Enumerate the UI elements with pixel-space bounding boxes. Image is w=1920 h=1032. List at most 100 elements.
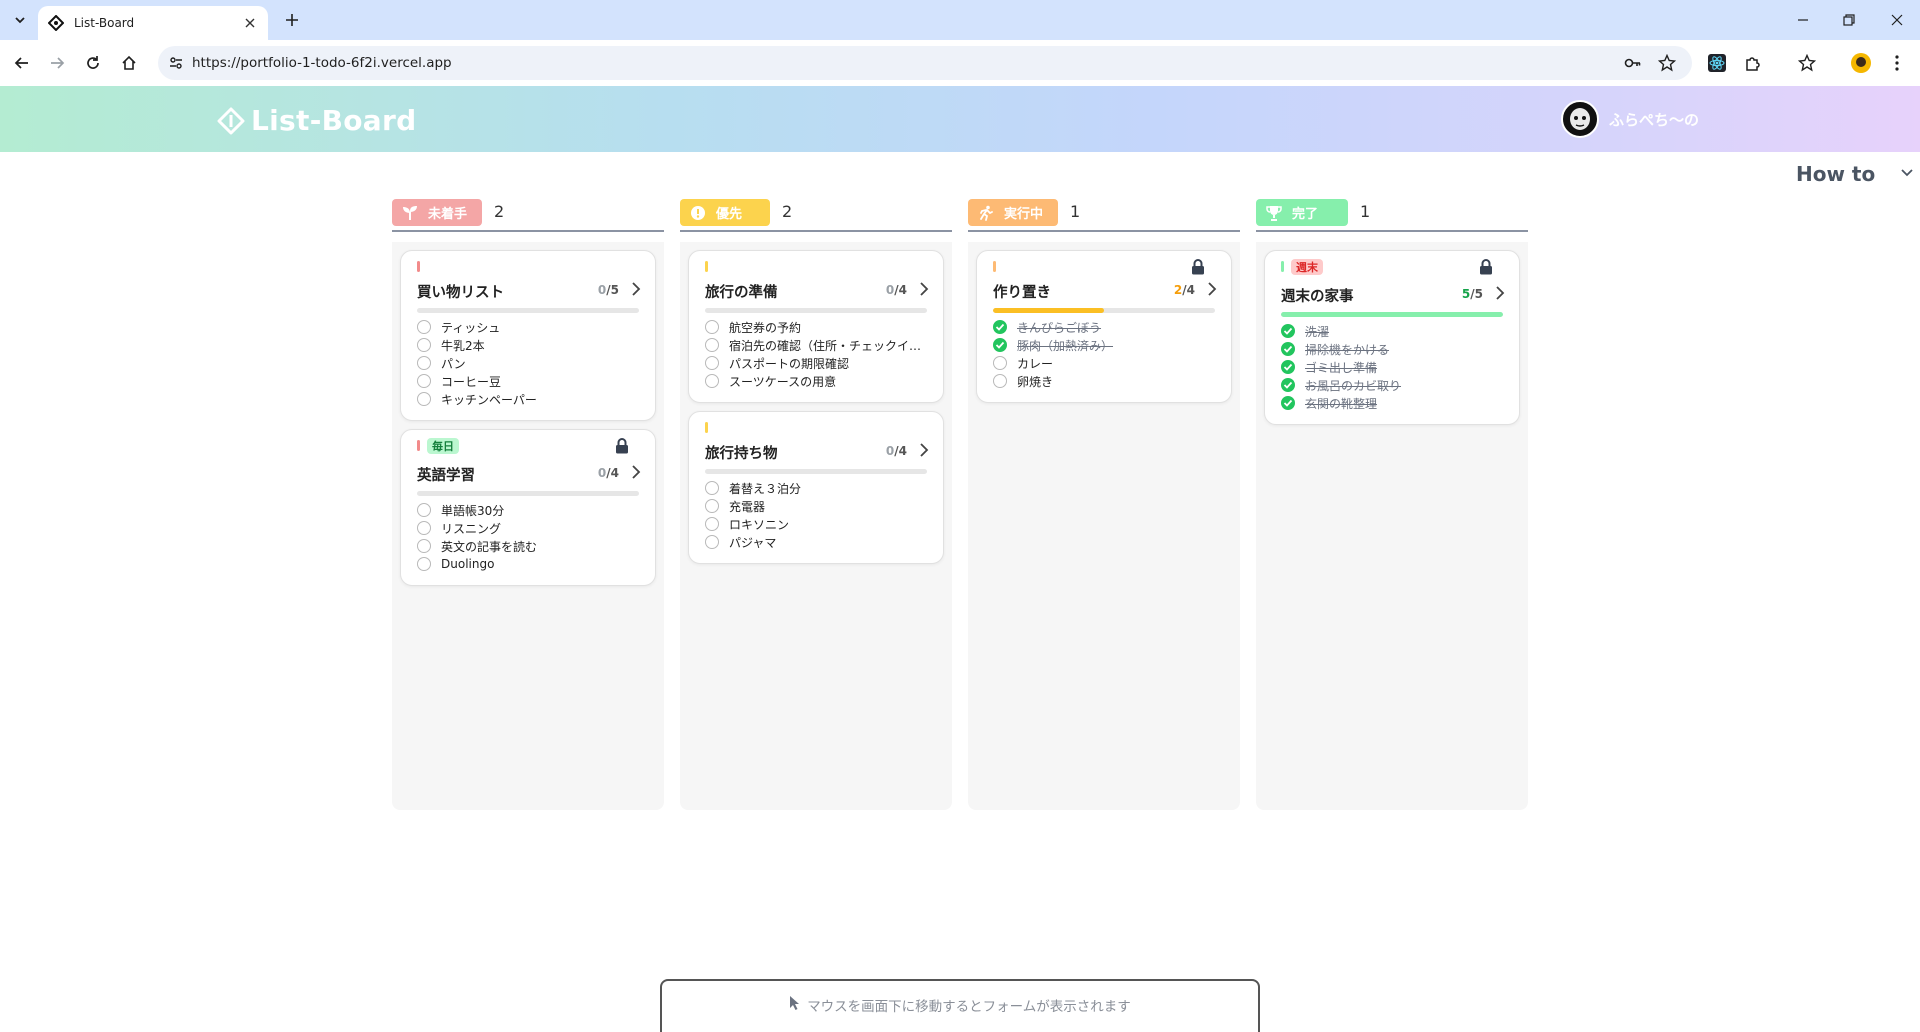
checklist-item-text: 玄関の靴整理 (1305, 396, 1378, 411)
unchecked-circle-icon[interactable] (705, 356, 719, 370)
browser-tabstrip: List-Board (0, 0, 1920, 40)
unchecked-circle-icon[interactable] (417, 338, 431, 352)
unchecked-circle-icon[interactable] (417, 557, 431, 571)
checklist-item-text: 牛乳2本 (441, 338, 485, 353)
task-card[interactable]: 作り置き 2/4 きんぴらごぼう 豚肉（加熱済み） カレー 卵焼き (976, 250, 1232, 403)
unchecked-circle-icon[interactable] (705, 517, 719, 531)
card-title[interactable]: 旅行持ち物 (705, 442, 778, 463)
unchecked-circle-icon[interactable] (705, 320, 719, 334)
card-repeat-tag: 毎日 (427, 438, 459, 454)
unchecked-circle-icon[interactable] (705, 374, 719, 388)
form-reveal-hint[interactable]: マウスを画面下に移動するとフォームが表示されます (660, 979, 1260, 1032)
chevron-right-icon[interactable] (631, 281, 641, 301)
unchecked-circle-icon[interactable] (417, 392, 431, 406)
forward-icon[interactable] (44, 50, 70, 76)
checked-circle-icon[interactable] (1281, 378, 1295, 392)
tab-close-icon[interactable] (242, 15, 258, 31)
bookmarks-icon[interactable] (1796, 52, 1818, 74)
card-title[interactable]: 英語学習 (417, 464, 475, 485)
chevron-right-icon[interactable] (631, 464, 641, 484)
unchecked-circle-icon[interactable] (417, 521, 431, 535)
card-title[interactable]: 買い物リスト (417, 281, 504, 302)
task-card[interactable]: 旅行持ち物 0/4 着替え３泊分 充電器 ロキソニン パジャマ (688, 411, 944, 564)
reload-icon[interactable] (80, 50, 106, 76)
profile-avatar-icon[interactable] (1850, 52, 1872, 74)
url-text[interactable]: https://portfolio-1-todo-6f2i.vercel.app (192, 55, 452, 71)
address-bar[interactable]: https://portfolio-1-todo-6f2i.vercel.app (158, 46, 1692, 80)
task-card[interactable]: 週末 週末の家事 5/5 洗濯 掃除機をかける ゴミ出し準備 お風呂のカビ取り 玄関の靴整理 (1264, 250, 1520, 425)
checklist-item-text: スーツケースの用意 (729, 374, 837, 389)
unchecked-circle-icon[interactable] (417, 539, 431, 553)
column-header: 完了 1 (1256, 198, 1528, 232)
lock-icon[interactable] (1479, 259, 1493, 279)
chevron-right-icon[interactable] (919, 281, 929, 301)
column-dropzone[interactable]: 旅行の準備 0/4 航空券の予約 宿泊先の確認（住所・チェックイ… パスポートの期限確認… (680, 242, 952, 810)
unchecked-circle-icon[interactable] (417, 356, 431, 370)
lock-icon[interactable] (1191, 259, 1205, 279)
checklist-item: ロキソニン (705, 515, 801, 533)
column-badge[interactable]: 実行中 (968, 199, 1058, 226)
unchecked-circle-icon[interactable] (417, 320, 431, 334)
browser-tab-active[interactable]: List-Board (38, 6, 268, 40)
card-title[interactable]: 旅行の準備 (705, 281, 778, 302)
alert-icon (690, 205, 706, 221)
unchecked-circle-icon[interactable] (705, 499, 719, 513)
card-title[interactable]: 週末の家事 (1281, 285, 1354, 306)
column-badge[interactable]: 完了 (1256, 199, 1348, 226)
column-dropzone[interactable]: 作り置き 2/4 きんぴらごぼう 豚肉（加熱済み） カレー 卵焼き (968, 242, 1240, 810)
chevron-down-icon (1901, 169, 1913, 177)
react-devtools-extension-icon[interactable] (1706, 52, 1728, 74)
unchecked-circle-icon[interactable] (705, 481, 719, 495)
new-tab-icon[interactable] (280, 8, 304, 32)
task-card[interactable]: 旅行の準備 0/4 航空券の予約 宿泊先の確認（住所・チェックイ… パスポートの期限確認… (688, 250, 944, 403)
chevron-right-icon[interactable] (1495, 285, 1505, 305)
brand-logo[interactable]: List-Board (217, 104, 416, 137)
chevron-right-icon[interactable] (919, 442, 929, 462)
back-icon[interactable] (9, 50, 35, 76)
user-profile[interactable]: ふらぺち〜の (1561, 100, 1699, 138)
task-card[interactable]: 買い物リスト 0/5 ティッシュ 牛乳2本 パン コーヒー豆 キッチンペーパー (400, 250, 656, 421)
unchecked-circle-icon[interactable] (993, 374, 1007, 388)
window-restore-icon[interactable] (1826, 0, 1872, 40)
column-badge[interactable]: 未着手 (392, 199, 482, 226)
checklist-item-text: パン (441, 356, 466, 371)
tab-search-dropdown-icon[interactable] (8, 8, 32, 32)
checklist-item: きんぴらごぼう (993, 318, 1113, 336)
card-progress-bar (1281, 312, 1503, 317)
extensions-puzzle-icon[interactable] (1742, 52, 1764, 74)
window-minimize-icon[interactable] (1780, 0, 1826, 40)
column-header: 実行中 1 (968, 198, 1240, 232)
browser-menu-icon[interactable] (1886, 52, 1908, 74)
column-dropzone[interactable]: 買い物リスト 0/5 ティッシュ 牛乳2本 パン コーヒー豆 キッチンペーパー 毎日 英語学習 0… (392, 242, 664, 810)
checklist-item-text: ティッシュ (441, 320, 501, 335)
card-repeat-tag: 週末 (1291, 259, 1323, 275)
chevron-right-icon[interactable] (1207, 281, 1217, 301)
checked-circle-icon[interactable] (1281, 342, 1295, 356)
checked-circle-icon[interactable] (1281, 360, 1295, 374)
column-badge[interactable]: 優先 (680, 199, 770, 226)
card-title[interactable]: 作り置き (993, 281, 1051, 302)
unchecked-circle-icon[interactable] (705, 535, 719, 549)
bookmark-star-icon[interactable] (1658, 54, 1676, 72)
checked-circle-icon[interactable] (1281, 396, 1295, 410)
password-key-icon[interactable] (1624, 54, 1642, 72)
column-dropzone[interactable]: 週末 週末の家事 5/5 洗濯 掃除機をかける ゴミ出し準備 お風呂のカビ取り 玄関の靴整理 (1256, 242, 1528, 810)
unchecked-circle-icon[interactable] (705, 338, 719, 352)
task-card[interactable]: 毎日 英語学習 0/4 単語帳30分 リスニング 英文の記事を読む Duolingo (400, 429, 656, 586)
column-header: 未着手 2 (392, 198, 664, 232)
howto-toggle[interactable]: How to (1796, 162, 1913, 186)
lock-icon[interactable] (615, 438, 629, 458)
checked-circle-icon[interactable] (993, 320, 1007, 334)
site-info-icon[interactable] (168, 55, 184, 71)
checklist-item: お風呂のカビ取り (1281, 376, 1401, 394)
avatar[interactable] (1561, 100, 1599, 138)
checked-circle-icon[interactable] (1281, 324, 1295, 338)
checklist-item: ティッシュ (417, 318, 537, 336)
checked-circle-icon[interactable] (993, 338, 1007, 352)
unchecked-circle-icon[interactable] (417, 374, 431, 388)
card-color-marker (705, 422, 708, 433)
home-icon[interactable] (116, 50, 142, 76)
unchecked-circle-icon[interactable] (417, 503, 431, 517)
window-close-icon[interactable] (1874, 0, 1920, 40)
unchecked-circle-icon[interactable] (993, 356, 1007, 370)
